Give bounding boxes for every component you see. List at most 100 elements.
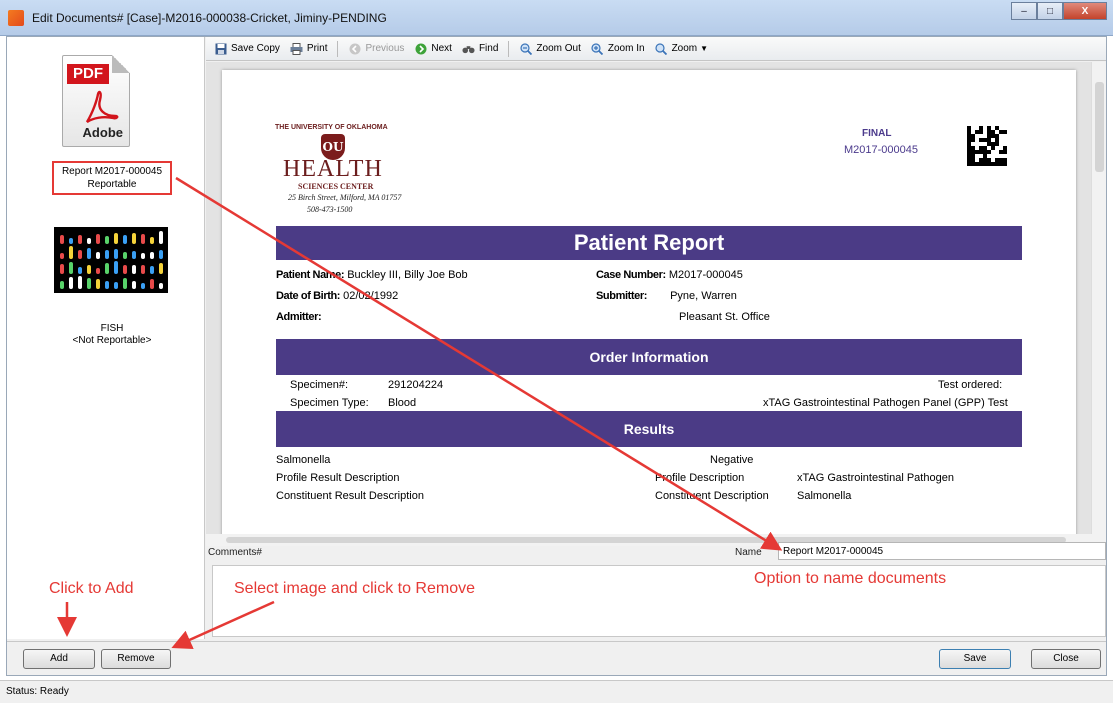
save-copy-label: Save Copy <box>231 43 280 54</box>
maximize-button[interactable]: □ <box>1037 2 1063 20</box>
document-status: <Not Reportable> <box>72 335 152 346</box>
barcode-module <box>975 150 979 154</box>
datamatrix-barcode-icon <box>967 126 1007 166</box>
barcode-module <box>971 154 975 158</box>
chromosome-mark <box>150 237 154 244</box>
find-label: Find <box>478 43 499 54</box>
app-icon <box>8 10 24 26</box>
submitter-label: Submitter: <box>596 290 648 302</box>
barcode-module <box>971 138 975 142</box>
printer-icon <box>290 42 303 55</box>
constituent-desc-label: Constituent Description <box>655 490 769 502</box>
close-window-button[interactable]: X <box>1063 2 1107 20</box>
logo-sciences: SCIENCES CENTER <box>298 182 374 191</box>
barcode-module <box>991 134 995 138</box>
result-name: Salmonella <box>276 454 331 466</box>
chromosome-mark <box>114 282 118 289</box>
results-header: Results <box>276 411 1022 447</box>
chromosome-mark <box>150 279 154 289</box>
chromosome-mark <box>141 234 145 244</box>
barcode-module <box>1003 130 1007 134</box>
remove-button[interactable]: Remove <box>101 649 171 669</box>
barcode-module <box>1003 158 1007 162</box>
patient-name-label: Patient Name: <box>276 269 345 281</box>
barcode-module <box>979 138 983 142</box>
chromosome-mark <box>78 267 82 274</box>
close-button[interactable]: Close <box>1031 649 1101 669</box>
zoom-icon <box>655 42 668 55</box>
chromosome-mark <box>159 263 163 274</box>
chromosome-mark <box>105 281 109 289</box>
toolbar-separator <box>337 40 339 57</box>
barcode-module <box>971 146 975 150</box>
chromosome-mark <box>60 264 64 274</box>
fish-image-thumbnail[interactable] <box>54 227 168 293</box>
admitter-label: Admitter: <box>276 311 322 323</box>
document-caption[interactable]: FISH <Not Reportable> <box>37 323 187 347</box>
chromosome-mark <box>69 238 73 244</box>
document-caption-selected[interactable]: Report M2017-000045 Reportable <box>52 161 172 195</box>
print-button[interactable]: Print <box>290 42 328 55</box>
result-value: Negative <box>710 454 754 466</box>
window-controls: – □ X <box>1011 2 1107 20</box>
barcode-module <box>975 162 979 166</box>
submitter-value: Pyne, Warren <box>670 290 737 302</box>
button-bar: Add Remove Save Close <box>7 641 1106 675</box>
window-title: Edit Documents# [Case]-M2016-000038-Cric… <box>32 11 387 25</box>
comments-textarea[interactable] <box>212 565 1106 637</box>
barcode-module <box>983 154 987 158</box>
status-bar: Status: Ready <box>0 680 1113 703</box>
barcode-module <box>995 142 999 146</box>
save-copy-button[interactable]: Save Copy <box>214 42 280 55</box>
barcode-module <box>999 150 1003 154</box>
chromosome-mark <box>123 265 127 274</box>
pdf-document-thumbnail[interactable]: PDF Adobe <box>62 55 130 147</box>
annotation-name-docs: Option to name documents <box>754 570 947 587</box>
barcode-module <box>967 130 971 134</box>
find-button[interactable]: Find <box>462 42 498 55</box>
barcode-module <box>995 138 999 142</box>
minimize-button[interactable]: – <box>1011 2 1037 20</box>
chromosome-mark <box>114 249 118 259</box>
next-button[interactable]: Next <box>414 42 452 55</box>
zoom-in-label: Zoom In <box>607 43 645 54</box>
document-name-input[interactable] <box>778 542 1106 560</box>
order-information-header: Order Information <box>276 339 1022 375</box>
vertical-scrollbar[interactable] <box>1091 62 1106 534</box>
dob-value: 02/02/1992 <box>343 290 399 302</box>
case-number-value: M2017-000045 <box>668 269 743 281</box>
print-label: Print <box>306 43 328 54</box>
chromosome-mark <box>132 251 136 259</box>
zoom-in-button[interactable]: Zoom In <box>591 42 645 55</box>
save-button[interactable]: Save <box>939 649 1011 669</box>
document-status: Reportable <box>87 179 137 190</box>
chromosome-mark <box>123 235 127 244</box>
chromosome-mark <box>60 253 64 259</box>
chromosome-mark <box>132 281 136 289</box>
annotation-click-to-add: Click to Add <box>49 580 134 597</box>
barcode-module <box>987 162 991 166</box>
add-button[interactable]: Add <box>23 649 95 669</box>
zoom-dropdown[interactable]: Zoom ▼ <box>655 42 708 55</box>
chromosome-mark <box>105 236 109 244</box>
patient-name-row: Patient Name: Buckley III, Billy Joe Bob <box>276 269 468 281</box>
document-list[interactable]: PDF Adobe Report M2017-000045 Reportable… <box>7 37 205 639</box>
page-fold <box>112 55 130 73</box>
chromosome-mark <box>96 252 100 259</box>
submitter-row: Submitter: Pyne, Warren <box>596 290 737 302</box>
patient-name-value: Buckley III, Billy Joe Bob <box>347 269 468 281</box>
barcode-module <box>975 130 979 134</box>
document-viewer[interactable]: THE UNIVERSITY OF OKLAHOMA OU HEALTH SCI… <box>206 62 1091 534</box>
previous-button[interactable]: Previous <box>348 42 404 55</box>
chromosome-mark <box>96 279 100 289</box>
submitter-office: Pleasant St. Office <box>679 311 770 323</box>
barcode-module <box>971 134 975 138</box>
zoom-out-button[interactable]: Zoom Out <box>519 42 581 55</box>
chromosome-mark <box>141 283 145 289</box>
dob-row: Date of Birth: 02/02/1992 <box>276 290 398 302</box>
barcode-module <box>967 126 971 130</box>
vertical-scroll-thumb[interactable] <box>1095 82 1104 172</box>
barcode-module <box>995 162 999 166</box>
title-bar: Edit Documents# [Case]-M2016-000038-Cric… <box>0 0 1113 36</box>
toolbar-separator <box>508 40 510 57</box>
